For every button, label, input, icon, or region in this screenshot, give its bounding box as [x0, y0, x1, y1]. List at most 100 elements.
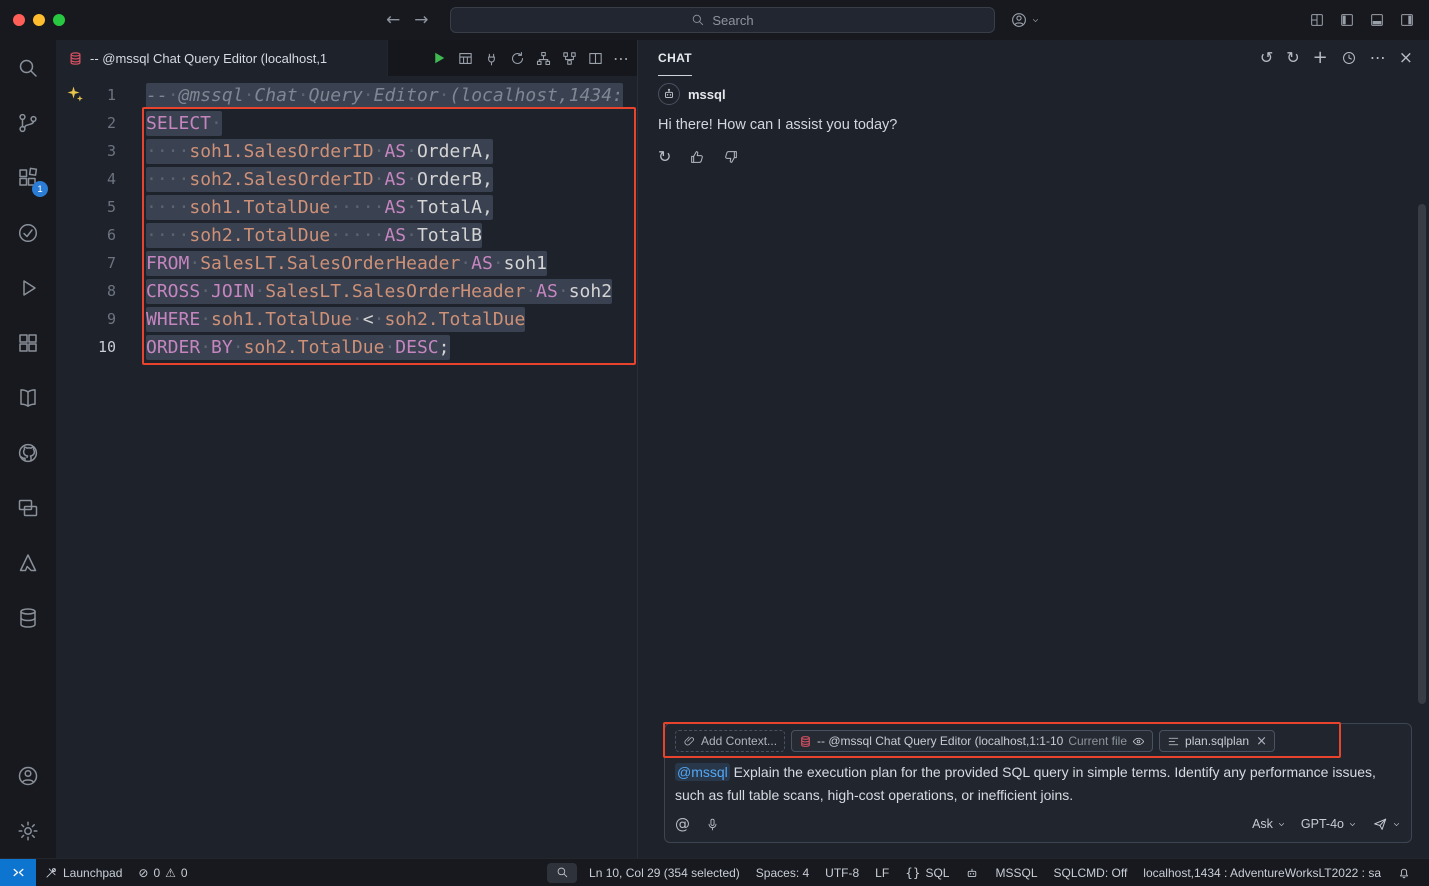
accounts-icon[interactable]	[0, 748, 56, 803]
braces-icon: {}	[905, 866, 920, 880]
remove-chip-icon[interactable]: ×	[1256, 735, 1267, 748]
close-chat-icon[interactable]: ×	[1399, 50, 1413, 67]
code-line[interactable]: 2SELECT·	[56, 109, 637, 137]
results-grid-icon[interactable]	[457, 50, 474, 67]
estimated-plan-icon[interactable]	[535, 50, 552, 67]
microphone-icon[interactable]	[705, 817, 720, 832]
customize-layout-icon[interactable]	[1309, 12, 1325, 28]
mssql-status[interactable]: MSSQL	[987, 859, 1045, 886]
mention-context-icon[interactable]: @	[675, 815, 690, 833]
current-file-chip[interactable]: -- @mssql Chat Query Editor (localhost,1…	[791, 730, 1153, 752]
code-line[interactable]: 10ORDER·BY·soh2.TotalDue·DESC;	[56, 333, 637, 361]
remote-explorer-icon[interactable]	[0, 480, 56, 535]
new-chat-icon[interactable]: +	[1313, 49, 1328, 67]
thumbs-up-icon[interactable]	[689, 149, 705, 165]
code-line[interactable]: 6····soh2.TotalDue·····AS·TotalB	[56, 221, 637, 249]
source-control-icon[interactable]	[0, 95, 56, 150]
code-line[interactable]: 9WHERE·soh1.TotalDue·<·soh2.TotalDue	[56, 305, 637, 333]
chat-tab[interactable]: CHAT	[658, 40, 692, 76]
chat-header: CHAT ↺ ↻ + ⋯ ×	[638, 40, 1429, 76]
line-number: 6	[56, 226, 116, 244]
problems-status[interactable]: ⊘ 0 ⚠ 0	[130, 859, 195, 886]
sqlplan-file-icon	[1167, 735, 1180, 748]
query-plan-icon[interactable]	[561, 50, 578, 67]
run-debug-icon[interactable]	[0, 260, 56, 315]
undo-icon[interactable]: ↺	[1260, 50, 1273, 66]
settings-gear-icon[interactable]	[0, 803, 56, 858]
command-center-search[interactable]: Search	[450, 7, 995, 33]
run-query-button[interactable]	[430, 49, 448, 67]
eye-icon[interactable]	[1132, 735, 1145, 748]
language-mode-status[interactable]: {} SQL	[897, 859, 957, 886]
more-actions-icon[interactable]: ⋯	[613, 49, 629, 68]
editor-tab-bar: -- @mssql Chat Query Editor (localhost,1	[56, 40, 637, 76]
chat-panel: CHAT ↺ ↻ + ⋯ × mssql Hi there! How can I…	[637, 40, 1429, 858]
table-designer-icon[interactable]	[0, 315, 56, 370]
sqlcmd-status[interactable]: SQLCMD: Off	[1046, 859, 1136, 886]
indentation-status[interactable]: Spaces: 4	[748, 859, 817, 886]
extensions-icon[interactable]: 1	[0, 150, 56, 205]
code-line[interactable]: 1--·@mssql·Chat·Query·Editor·(localhost,…	[56, 81, 637, 109]
chat-scrollbar[interactable]	[1418, 204, 1426, 704]
model-dropdown[interactable]: GPT-4o	[1301, 817, 1357, 831]
mode-dropdown[interactable]: Ask	[1252, 817, 1286, 831]
search-label: Search	[712, 13, 753, 28]
mssql-mention: @mssql	[675, 763, 730, 781]
line-number: 10	[56, 338, 116, 356]
chat-more-icon[interactable]: ⋯	[1370, 50, 1386, 66]
close-window-button[interactable]	[13, 14, 25, 26]
toggle-panel-icon[interactable]	[1369, 12, 1385, 28]
zoom-status-button[interactable]	[547, 863, 577, 883]
plan-file-chip[interactable]: plan.sqlplan ×	[1159, 730, 1275, 752]
code-editor[interactable]: 1--·@mssql·Chat·Query·Editor·(localhost,…	[56, 76, 637, 858]
extensions-badge: 1	[32, 181, 48, 197]
testing-icon[interactable]	[0, 205, 56, 260]
minimize-window-button[interactable]	[33, 14, 45, 26]
editor-group: -- @mssql Chat Query Editor (localhost,1	[56, 40, 637, 858]
code-line[interactable]: 5····soh1.TotalDue·····AS·TotalA,	[56, 193, 637, 221]
send-icon[interactable]	[1372, 816, 1388, 832]
forward-icon[interactable]: →	[414, 10, 428, 30]
eol-status[interactable]: LF	[867, 859, 897, 886]
cursor-position-status[interactable]: Ln 10, Col 29 (354 selected)	[581, 859, 748, 886]
chat-prompt-text[interactable]: @mssql Explain the execution plan for th…	[675, 761, 1401, 807]
code-line[interactable]: 3····soh1.SalesOrderID·AS·OrderA,	[56, 137, 637, 165]
search-icon	[691, 13, 705, 27]
chevron-down-icon	[1277, 820, 1286, 829]
editor-tab[interactable]: -- @mssql Chat Query Editor (localhost,1	[56, 40, 388, 76]
send-options-chevron-icon[interactable]	[1392, 820, 1401, 829]
code-line[interactable]: 7FROM·SalesLT.SalesOrderHeader·AS·soh1	[56, 249, 637, 277]
account-menu[interactable]	[1010, 0, 1040, 40]
zoom-window-button[interactable]	[53, 14, 65, 26]
chat-history-icon[interactable]	[1341, 50, 1357, 66]
split-editor-icon[interactable]	[587, 50, 604, 67]
change-connection-icon[interactable]	[509, 50, 526, 67]
assistant-message: Hi there! How can I assist you today?	[658, 117, 1409, 133]
copilot-status[interactable]	[957, 859, 987, 886]
chat-input-box[interactable]: Add Context... -- @mssql Chat Query Edit…	[664, 723, 1412, 843]
search-view-icon[interactable]	[0, 40, 56, 95]
connect-plug-icon[interactable]	[483, 50, 500, 67]
notifications-bell-icon[interactable]	[1389, 859, 1419, 886]
azure-icon[interactable]	[0, 535, 56, 590]
encoding-status[interactable]: UTF-8	[817, 859, 867, 886]
line-number: 7	[56, 254, 116, 272]
remote-indicator[interactable]	[0, 859, 36, 886]
launchpad-status[interactable]: Launchpad	[36, 859, 130, 886]
database-projects-icon[interactable]	[0, 590, 56, 645]
copilot-sparkle-icon[interactable]	[66, 85, 84, 103]
github-icon[interactable]	[0, 425, 56, 480]
line-number: 9	[56, 310, 116, 328]
query-history-icon[interactable]	[0, 370, 56, 425]
regenerate-icon[interactable]: ↻	[658, 147, 671, 166]
code-line[interactable]: 4····soh2.SalesOrderID·AS·OrderB,	[56, 165, 637, 193]
add-context-chip[interactable]: Add Context...	[675, 730, 785, 752]
toggle-primary-sidebar-icon[interactable]	[1339, 12, 1355, 28]
code-line[interactable]: 8CROSS·JOIN·SalesLT.SalesOrderHeader·AS·…	[56, 277, 637, 305]
connection-status[interactable]: localhost,1434 : AdventureWorksLT2022 : …	[1135, 859, 1389, 886]
toggle-secondary-sidebar-icon[interactable]	[1399, 12, 1415, 28]
redo-icon[interactable]: ↻	[1286, 50, 1299, 66]
thumbs-down-icon[interactable]	[723, 149, 739, 165]
assistant-name: mssql	[688, 87, 726, 102]
back-icon[interactable]: ←	[386, 10, 400, 30]
